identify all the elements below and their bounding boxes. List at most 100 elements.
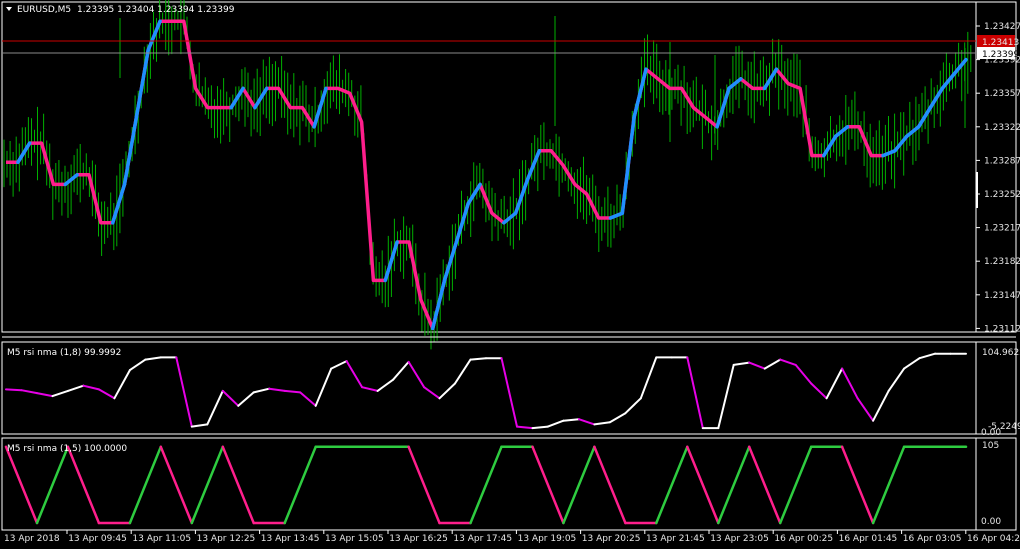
time-label: 16 Apr 04:25	[967, 534, 1020, 544]
rsi2-segment	[562, 445, 596, 525]
time-label: 13 Apr 23:05	[710, 534, 769, 544]
time-label: 13 Apr 13:45	[261, 534, 320, 544]
price-tick-label: 1.23287	[984, 156, 1020, 166]
price-tick-label: 1.23322	[984, 123, 1020, 133]
time-label: 13 Apr 15:05	[325, 534, 384, 544]
indicator1-title: M5 rsi nma (1,8) 99.9992	[7, 348, 121, 358]
rsi2-segment	[128, 445, 163, 525]
indicator1-axis-top: 104.9622	[982, 348, 1020, 358]
time-label: 13 Apr 2018	[4, 534, 60, 544]
rsi2-segment	[717, 445, 751, 525]
price-tick-label: 1.23182	[984, 257, 1020, 267]
rsi1-segment	[376, 378, 395, 392]
time-label: 13 Apr 20:25	[582, 534, 641, 544]
rsi1-segment	[717, 363, 735, 430]
rsi1-segment	[454, 358, 472, 385]
rsi2-segment	[221, 445, 255, 525]
rsi1-segment	[144, 356, 162, 361]
rsi1-segment	[779, 358, 797, 366]
rsi1-segment	[361, 386, 379, 392]
rsi1-segment	[608, 412, 627, 424]
time-label: 13 Apr 16:25	[389, 534, 448, 544]
rsi1-segment	[330, 360, 348, 370]
rsi2-segment	[840, 445, 875, 525]
symbol-dropdown-icon[interactable]	[6, 7, 12, 11]
rsi1-segment	[856, 397, 875, 422]
indicator2-frame	[1, 437, 977, 531]
rsi1-segment	[407, 360, 426, 389]
rsi2-segment	[35, 445, 70, 525]
rsi2-segment	[190, 445, 225, 525]
trading-chart[interactable]: EURUSD,M5 1.23395 1.23404 1.23394 1.2339…	[0, 0, 1020, 549]
indicator-panel-rsi-1-8[interactable]: M5 rsi nma (1,8) 99.9992 104.9622 -5.224…	[1, 336, 1020, 438]
rsi1-segment	[113, 369, 131, 400]
trend-segment-up	[253, 86, 269, 110]
rsi1-segment	[825, 367, 844, 400]
rsi1-segment	[686, 356, 704, 430]
rsi1-segment	[82, 384, 100, 391]
indicator-panel-rsi-1-5[interactable]: M5 rsi nma (1,5) 100.0000 105 0.00	[1, 437, 1017, 531]
rsi1-segment	[268, 387, 286, 392]
rsi2-segment	[159, 445, 194, 525]
rsi1-segment	[469, 357, 487, 361]
time-label: 13 Apr 19:05	[518, 534, 577, 544]
time-label: 16 Apr 03:05	[903, 534, 962, 544]
rsi1-segment	[516, 425, 534, 430]
rsi1-segment	[252, 387, 271, 394]
rsi1-segment	[903, 357, 921, 370]
rsi1-segment	[438, 382, 456, 400]
trend-segment-up	[134, 48, 150, 119]
trend-segment-up	[620, 115, 636, 215]
rsi-line-1	[5, 352, 967, 430]
price-tick-label: 1.23147	[984, 291, 1020, 301]
trend-line-up	[16, 19, 968, 331]
price-tick-label: 1.23427	[984, 22, 1020, 32]
bid-price-label: 1.23399	[982, 50, 1019, 60]
rsi1-segment	[128, 358, 147, 372]
rsi1-segment	[794, 363, 813, 385]
rsi2-segment	[531, 445, 565, 525]
rsi1-segment	[175, 356, 193, 428]
rsi1-segment	[36, 392, 54, 398]
rsi1-segment	[190, 423, 209, 428]
trend-segment-up	[881, 149, 897, 158]
rsi1-segment	[732, 361, 751, 366]
rsi1-segment	[314, 367, 333, 407]
rsi1-segment	[423, 386, 441, 400]
rsi1-segment	[51, 389, 69, 398]
indicator1-axis-bottom: 0.00	[981, 428, 1001, 438]
price-tick-label: 1.23252	[984, 190, 1020, 200]
symbol-label: EURUSD,M5	[17, 5, 71, 15]
ohlc-values: 1.23395 1.23404 1.23394 1.23399	[77, 5, 235, 15]
rsi2-segment	[686, 445, 720, 525]
rsi1-segment	[500, 357, 518, 428]
chart-shift-marker[interactable]	[976, 172, 978, 208]
rsi2-segment	[655, 445, 689, 525]
rsi1-segment	[5, 388, 23, 392]
rsi1-segment	[221, 389, 240, 407]
rsi1-segment	[66, 384, 85, 392]
time-label: 13 Apr 09:45	[68, 534, 127, 544]
ask-price-label: 1.23413	[982, 38, 1019, 48]
trend-segment-up	[916, 105, 933, 129]
rsi1-segment	[841, 367, 859, 400]
rsi1-segment	[345, 360, 364, 389]
indicator2-title: M5 rsi nma (1,5) 100.0000	[7, 444, 127, 454]
indicator1-frame	[1, 341, 977, 435]
rsi1-segment	[562, 418, 580, 422]
rsi1-segment	[299, 391, 317, 407]
rsi1-segment	[546, 419, 565, 428]
price-axis: 1.234271.233921.233571.233221.232871.232…	[976, 22, 1020, 334]
rsi1-segment	[237, 391, 255, 407]
time-axis: 13 Apr 2018 13 Apr 09:45 13 Apr 11:05 13 Ap…	[4, 530, 1020, 544]
time-label: 16 Apr 01:45	[839, 534, 898, 544]
rsi1-segment	[206, 389, 224, 426]
rsi1-segment	[639, 356, 658, 400]
price-tick-label: 1.23112	[984, 324, 1020, 334]
rsi2-segment	[747, 445, 782, 525]
indicator2-axis-bottom: 0.00	[981, 517, 1001, 527]
price-panel[interactable]: EURUSD,M5 1.23395 1.23404 1.23394 1.2339…	[1, 0, 1020, 350]
rsi1-segment	[887, 367, 906, 392]
rsi1-segment	[872, 389, 890, 422]
rsi2-segment	[871, 445, 906, 525]
